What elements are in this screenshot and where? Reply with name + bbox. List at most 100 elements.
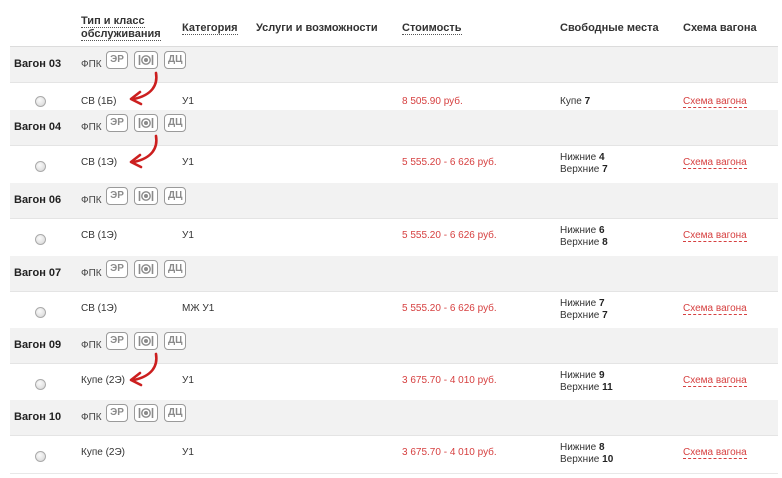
seat-line: Нижние 6 <box>560 225 608 237</box>
seat-line: Верхние 7 <box>560 164 608 176</box>
select-car-radio[interactable] <box>35 307 46 318</box>
seat-line: Верхние 10 <box>560 454 613 466</box>
service-badges: ЭР ДЦ <box>106 404 187 422</box>
carrier-name: ФПК <box>81 412 102 423</box>
seat-line: Нижние 9 <box>560 370 613 382</box>
select-car-radio[interactable] <box>35 234 46 245</box>
service-badges: ЭР ДЦ <box>106 260 187 278</box>
meal-icon <box>134 187 158 205</box>
car-scheme-link[interactable]: Схема вагона <box>683 303 747 315</box>
seat-count: 4 <box>598 152 605 163</box>
meal-icon <box>134 404 158 422</box>
seat-line: Нижние 7 <box>560 298 608 310</box>
meal-icon <box>134 51 158 69</box>
car-header-row: Вагон 07 ФПК ЭР ДЦ <box>10 256 778 292</box>
service-badges: ЭР ДЦ <box>106 51 187 69</box>
car-scheme-link[interactable]: Схема вагона <box>683 230 747 242</box>
seat-count: 8 <box>602 237 608 248</box>
service-badges: ЭР ДЦ <box>106 332 187 350</box>
car-number: Вагон 03 <box>14 58 62 70</box>
seat-type-label: Верхние <box>560 454 603 465</box>
red-arrow-icon <box>126 352 174 397</box>
meal-icon <box>134 332 158 350</box>
seat-type-label: Верхние <box>560 237 603 248</box>
service-badges: ЭР ДЦ <box>106 114 187 132</box>
carrier-name: ФПК <box>81 195 102 206</box>
car-number: Вагон 09 <box>14 339 62 351</box>
select-car-radio[interactable] <box>35 379 46 390</box>
car-header-row: Вагон 06 ФПК ЭР ДЦ <box>10 183 778 219</box>
service-class: Купе (2Э) <box>81 447 125 458</box>
service-badges: ЭР ДЦ <box>106 187 187 205</box>
free-seats: Нижние 9 Верхние 11 <box>560 370 613 394</box>
header-scheme: Схема вагона <box>683 22 757 34</box>
seat-count: 11 <box>602 382 613 393</box>
seat-type-label: Нижние <box>560 442 599 453</box>
seat-count: 9 <box>598 370 605 381</box>
dc-badge: ДЦ <box>164 404 187 422</box>
free-seats: Купе 7 <box>560 96 590 108</box>
dc-badge: ДЦ <box>164 51 187 69</box>
car-category: У1 <box>182 96 194 107</box>
select-car-radio[interactable] <box>35 451 46 462</box>
meal-icon <box>134 260 158 278</box>
car-number: Вагон 07 <box>14 267 62 279</box>
price-range: 3 675.70 - 4 010 руб. <box>402 375 497 386</box>
car-scheme-link[interactable]: Схема вагона <box>683 157 747 169</box>
car-scheme-link[interactable]: Схема вагона <box>683 375 747 387</box>
select-car-radio[interactable] <box>35 161 46 172</box>
car-selection-table: Тип и класс обслуживания Категория Услуг… <box>0 0 782 478</box>
seat-count: 7 <box>598 298 605 309</box>
seat-line: Нижние 4 <box>560 152 608 164</box>
dc-badge: ДЦ <box>164 332 187 350</box>
car-category: У1 <box>182 447 194 458</box>
price-range: 5 555.20 - 6 626 руб. <box>402 230 497 241</box>
seat-type-label: Верхние <box>560 382 603 393</box>
seat-type-label: Нижние <box>560 370 599 381</box>
seat-count: 7 <box>584 96 591 107</box>
car-category: У1 <box>182 157 194 168</box>
car-number: Вагон 06 <box>14 194 62 206</box>
dc-badge: ДЦ <box>164 187 187 205</box>
car-header-row: Вагон 10 ФПК ЭР ДЦ <box>10 400 778 436</box>
free-seats: Нижние 7 Верхние 7 <box>560 298 608 322</box>
header-type-line1: Тип и класс <box>81 15 145 28</box>
free-seats: Нижние 6 Верхние 8 <box>560 225 608 249</box>
service-class: СВ (1Б) <box>81 96 117 107</box>
seat-type-label: Нижние <box>560 225 599 236</box>
seat-type-label: Верхние <box>560 164 603 175</box>
free-seats: Нижние 8 Верхние 10 <box>560 442 613 466</box>
header-type-class[interactable]: Тип и класс обслуживания <box>81 15 161 41</box>
car-category: МЖ У1 <box>182 303 215 314</box>
price-range: 5 555.20 - 6 626 руб. <box>402 157 497 168</box>
seat-line: Верхние 8 <box>560 237 608 249</box>
car-scheme-link[interactable]: Схема вагона <box>683 447 747 459</box>
dc-badge: ДЦ <box>164 260 187 278</box>
header-services: Услуги и возможности <box>256 22 378 34</box>
seat-type-label: Нижние <box>560 152 599 163</box>
carrier-name: ФПК <box>81 59 102 70</box>
electronic-registration-badge: ЭР <box>106 51 128 69</box>
car-number: Вагон 10 <box>14 411 62 423</box>
free-seats: Нижние 4 Верхние 7 <box>560 152 608 176</box>
seat-type-label: Купе <box>560 96 585 107</box>
car-scheme-link[interactable]: Схема вагона <box>683 96 747 108</box>
seat-count: 6 <box>598 225 605 236</box>
electronic-registration-badge: ЭР <box>106 260 128 278</box>
table-row[interactable]: Купе (2Э) У1 3 675.70 - 4 010 руб. Нижние 9… <box>10 352 778 402</box>
header-cost[interactable]: Стоимость <box>402 22 462 35</box>
header-category[interactable]: Категория <box>182 22 238 35</box>
seat-count: 10 <box>602 454 614 465</box>
table-row[interactable]: СВ (1Э) У1 5 555.20 - 6 626 руб. Нижние 6 Ве… <box>10 219 778 258</box>
seat-count: 7 <box>602 164 608 175</box>
table-row[interactable]: Купе (2Э) У1 3 675.70 - 4 010 руб. Нижние 8… <box>10 436 778 474</box>
select-car-radio[interactable] <box>35 96 46 107</box>
carrier-name: ФПК <box>81 340 102 351</box>
meal-icon <box>134 114 158 132</box>
service-class: Купе (2Э) <box>81 375 125 386</box>
service-class: СВ (1Э) <box>81 303 118 314</box>
table-row[interactable]: СВ (1Э) У1 5 555.20 - 6 626 руб. Нижние 4 Ве… <box>10 134 778 185</box>
electronic-registration-badge: ЭР <box>106 404 128 422</box>
table-row[interactable]: СВ (1Э) МЖ У1 5 555.20 - 6 626 руб. Нижние … <box>10 292 778 330</box>
car-category: У1 <box>182 375 194 386</box>
